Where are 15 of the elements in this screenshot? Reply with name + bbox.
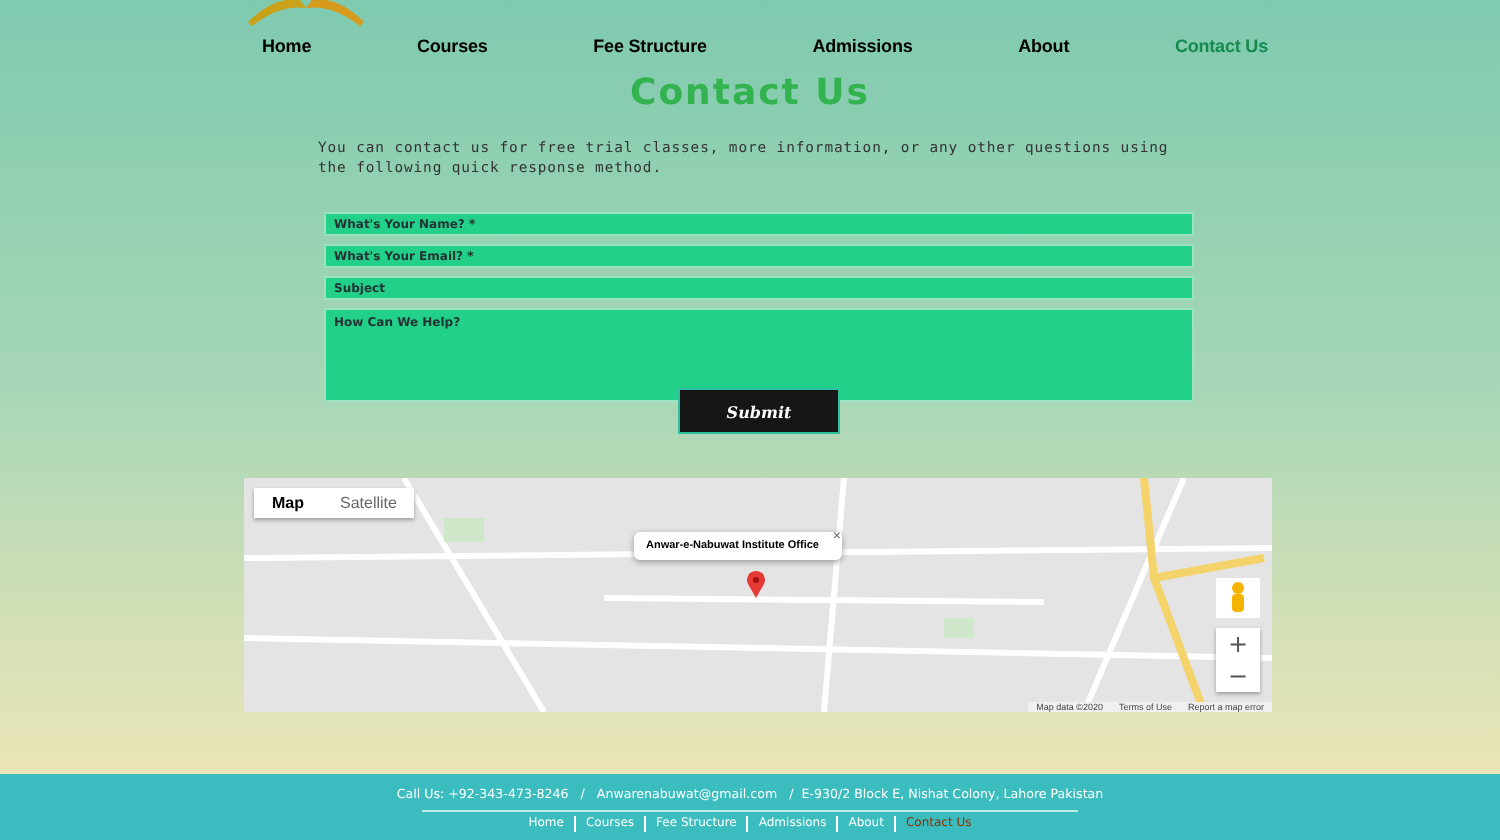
street-view-icon[interactable] — [1216, 578, 1260, 618]
map-pin-icon — [746, 570, 766, 598]
map-tile[interactable] — [244, 478, 1272, 712]
map-type-button[interactable]: Map — [254, 488, 322, 518]
submit-button[interactable]: Submit — [678, 388, 840, 434]
nav-link[interactable]: Courses — [416, 36, 488, 56]
nav-link[interactable]: Admissions — [812, 36, 913, 56]
nav-link[interactable]: Fee Structure — [593, 36, 707, 56]
nav-link[interactable]: Home — [262, 36, 312, 56]
zoom-out-button[interactable]: − — [1216, 660, 1260, 692]
zoom-in-button[interactable]: + — [1216, 628, 1260, 660]
map-type-button[interactable]: Satellite — [322, 488, 415, 518]
logo-icon — [244, 0, 368, 28]
page-title: Contact Us — [627, 72, 872, 114]
nav-link[interactable]: About — [1018, 36, 1070, 56]
